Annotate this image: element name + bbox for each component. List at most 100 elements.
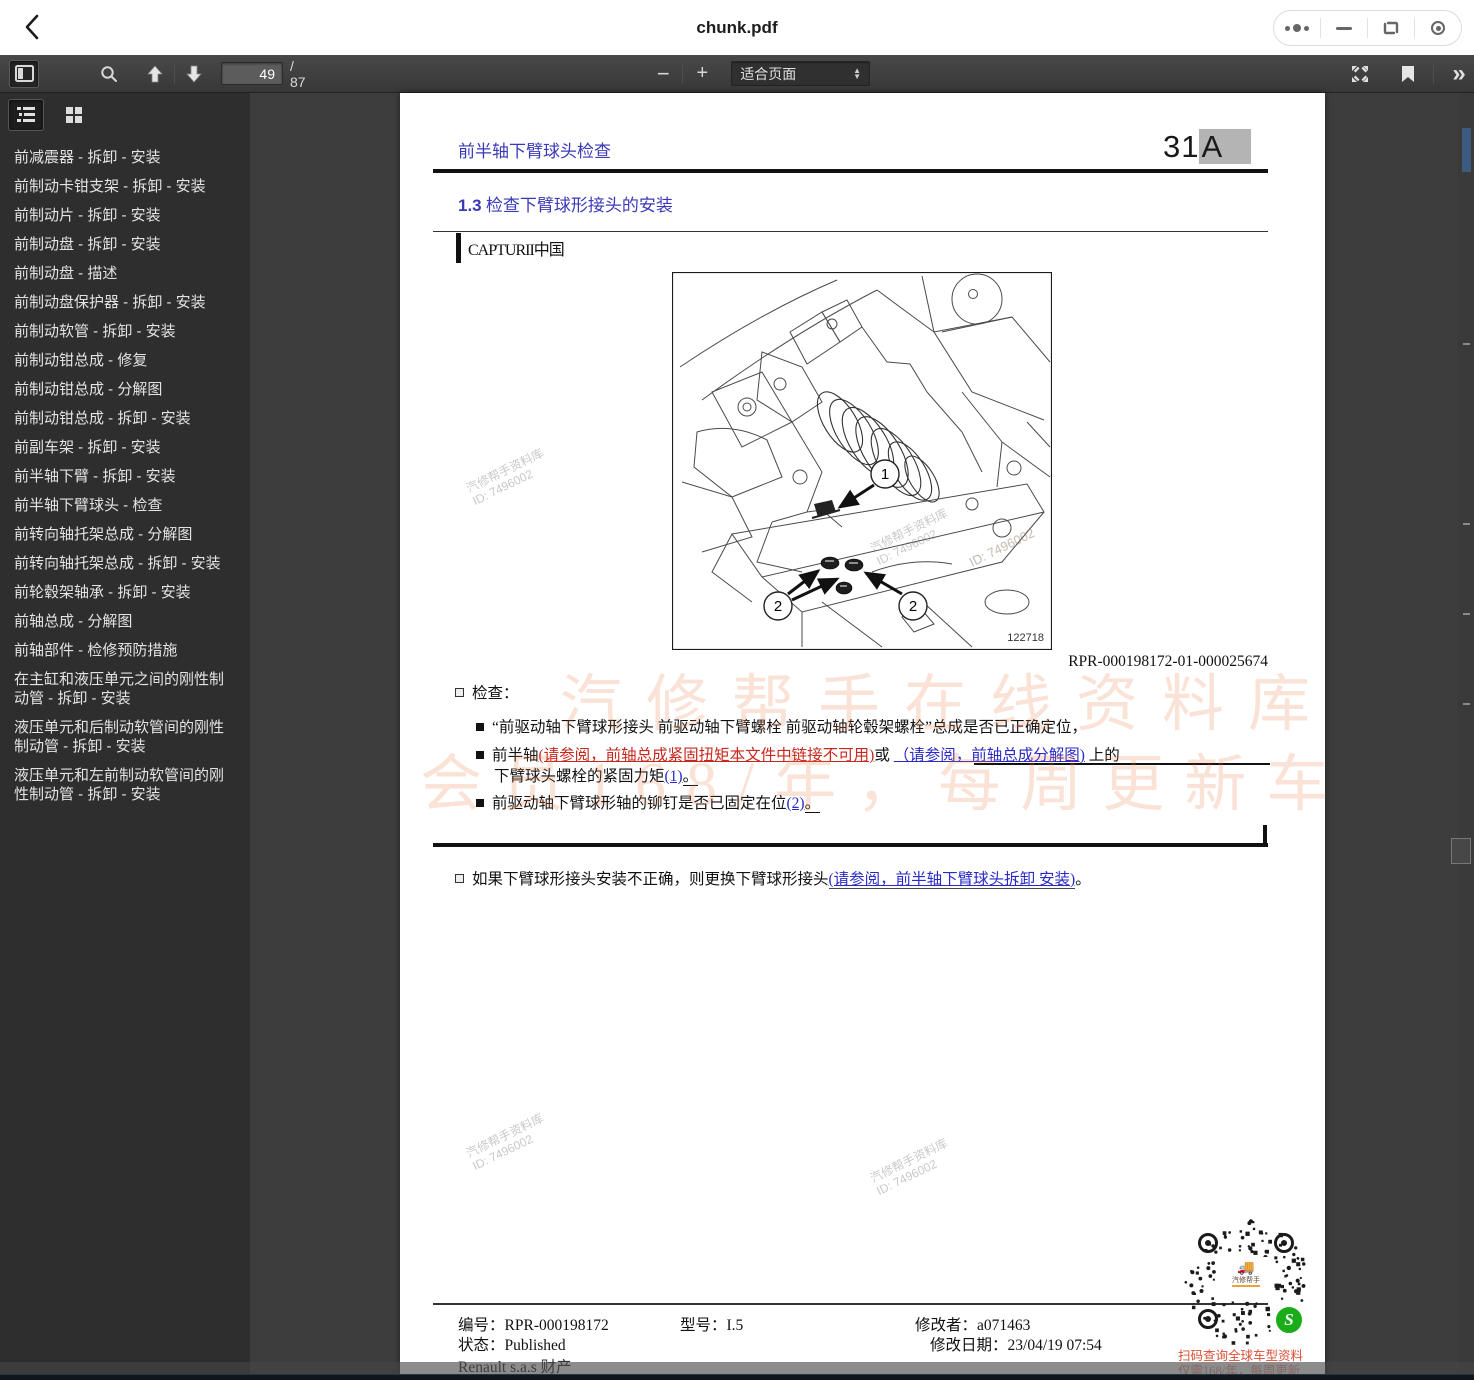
callout-1-link[interactable]: (1) (665, 768, 683, 785)
check-item-2: 前半轴(请参阅，前轴总成紧固扭矩本文件中链接不可用)或 （请参阅，前轴总成分解图… (476, 745, 1268, 787)
footer-date: 修改日期：23/04/19 07:54 (930, 1333, 1102, 1355)
toc-item[interactable]: 前制动软管 - 拆卸 - 安装 (0, 317, 250, 346)
page-sliver-mark (1462, 128, 1471, 172)
zoom-in-button[interactable]: + (687, 60, 717, 88)
toc-item[interactable]: 前转向轴托架总成 - 拆卸 - 安装 (0, 549, 250, 578)
toc-item[interactable]: 前制动片 - 拆卸 - 安装 (0, 201, 250, 230)
zoom-out-button[interactable]: − (648, 60, 678, 88)
scrollbar-thumb[interactable] (1451, 838, 1471, 864)
zoom-level-select[interactable]: 适合页面 ▲▼ (731, 61, 870, 86)
fullscreen-icon (1351, 65, 1369, 83)
figure-axle-diagram: 1 2 2 122718 ID: 7496002 (672, 272, 1052, 650)
thumbnails-grid-icon (65, 106, 83, 124)
toc-item[interactable]: 液压单元和左前制动软管间的刚性制动管 - 拆卸 - 安装 (0, 761, 250, 809)
toc-item[interactable]: 前制动钳总成 - 拆卸 - 安装 (0, 404, 250, 433)
close-circle-icon (1431, 21, 1445, 35)
outline-view-button[interactable] (8, 99, 44, 131)
model-box-bar (456, 233, 461, 263)
square-bullet-icon (455, 688, 464, 697)
footer-model: 型号：I.5 (680, 1313, 743, 1335)
arrow-down-icon (186, 65, 202, 83)
section-corner (1263, 825, 1267, 847)
thumbnails-view-button[interactable] (56, 99, 92, 131)
bottom-edge (0, 1374, 1474, 1380)
ball-joint-removal-link[interactable]: (请参阅，前半轴下臂球头拆卸 安装) (829, 871, 1076, 889)
wechat-icon: S (1274, 1305, 1304, 1335)
restore-icon (1382, 19, 1400, 37)
header-rule (433, 169, 1268, 173)
minimize-button[interactable] (1321, 10, 1367, 46)
app-window: chunk.pdf (0, 0, 1474, 1380)
more-options-button[interactable] (1274, 10, 1320, 46)
toc-item[interactable]: 前制动钳总成 - 分解图 (0, 375, 250, 404)
bookmark-button[interactable] (1393, 60, 1423, 88)
figure-callout-2b: 2 (909, 598, 917, 615)
outline-list-icon (16, 106, 36, 124)
figure-image-number: 122718 (1007, 632, 1044, 644)
toc-item[interactable]: 前转向轴托架总成 - 分解图 (0, 520, 250, 549)
window-title: chunk.pdf (0, 0, 1474, 55)
toc-item[interactable]: 前减震器 - 拆卸 - 安装 (0, 143, 250, 172)
bookmark-icon (1401, 65, 1415, 83)
axle-exploded-view-link[interactable]: （请参阅，前轴总成分解图) (894, 747, 1085, 764)
footer-status: 状态：Published (458, 1333, 566, 1355)
more-tools-button[interactable]: » (1444, 60, 1474, 88)
minimize-icon (1336, 27, 1352, 30)
toc-item[interactable]: 前轴总成 - 分解图 (0, 607, 250, 636)
figure-callout-2a: 2 (774, 598, 782, 615)
toc-item[interactable]: 在主缸和液压单元之间的刚性制动管 - 拆卸 - 安装 (0, 665, 250, 713)
toc-item[interactable]: 前副车架 - 拆卸 - 安装 (0, 433, 250, 462)
toc-item[interactable]: 前半轴下臂 - 拆卸 - 安装 (0, 462, 250, 491)
figure-reference: RPR-000198172-01-000025674 (844, 653, 1268, 671)
bottom-overlay-bar (0, 1362, 1474, 1374)
callout-2-link[interactable]: (2) (787, 795, 805, 812)
next-page-button[interactable] (179, 60, 209, 88)
diag-watermark: 汽修帮手资料库ID: 7496002 (464, 1111, 552, 1173)
zoom-level-value: 适合页面 (740, 64, 796, 84)
pdf-viewer[interactable]: 前半轴下臂球头检查 31A 1.3 检查下臂球形接头的安装 CAPTURII中国 (250, 93, 1474, 1380)
figure-callout-1: 1 (881, 466, 889, 483)
toc-item[interactable]: 前半轴下臂球头 - 检查 (0, 491, 250, 520)
page-number-input[interactable] (221, 62, 283, 85)
toc-item[interactable]: 前轮毂架轴承 - 拆卸 - 安装 (0, 578, 250, 607)
footer-doc-number: 编号：RPR-000198172 (458, 1313, 609, 1335)
doc-header-title: 前半轴下臂球头检查 (458, 137, 611, 162)
more-dots-icon (1285, 24, 1309, 32)
scrollbar-track[interactable] (1458, 93, 1474, 1380)
replace-note: 如果下臂球形接头安装不正确，则更换下臂球形接头(请参阅，前半轴下臂球头拆卸 安装… (455, 869, 1255, 890)
close-button[interactable] (1415, 10, 1461, 46)
toc-item[interactable]: 前制动盘 - 描述 (0, 259, 250, 288)
sidebar-toggle-button[interactable] (9, 60, 39, 88)
toc-item[interactable]: 前制动盘 - 拆卸 - 安装 (0, 230, 250, 259)
previous-page-button[interactable] (140, 60, 170, 88)
miniprogram-capsule (1273, 10, 1462, 46)
restore-button[interactable] (1368, 10, 1414, 46)
check-item-3: 前驱动轴下臂球形轴的铆钉是否已固定在位(2)。 (476, 793, 1266, 814)
search-icon (100, 65, 118, 83)
search-button[interactable] (94, 60, 124, 88)
toc-item[interactable]: 液压单元和后制动软管间的刚性制动管 - 拆卸 - 安装 (0, 713, 250, 761)
arrow-up-icon (147, 65, 163, 83)
section-heading: 1.3 检查下臂球形接头的安装 (458, 191, 673, 216)
check-heading: 检查： (455, 683, 519, 704)
sidebar-view-switcher (0, 93, 250, 137)
bullet-icon (476, 799, 484, 807)
footer-editor: 修改者：a071463 (915, 1313, 1030, 1335)
diag-watermark: 汽修帮手资料库ID: 7496002 (868, 1136, 956, 1198)
select-spinner-icon: ▲▼ (853, 68, 861, 80)
toc-item[interactable]: 前轴部件 - 检修预防措施 (0, 636, 250, 665)
toc-item[interactable]: 前制动钳总成 - 修复 (0, 346, 250, 375)
footer-rule (433, 1303, 1268, 1305)
model-box-topline (433, 231, 1268, 232)
pdf-toolbar: / 87 − + 适合页面 ▲▼ » (0, 55, 1474, 93)
truck-icon: 🚚 (1237, 1262, 1254, 1276)
app-header: chunk.pdf (0, 0, 1474, 55)
toc-item[interactable]: 前制动盘保护器 - 拆卸 - 安装 (0, 288, 250, 317)
page-code: 31A (1163, 129, 1251, 165)
qr-block: 🚚 汽修帮手 S 扫码查询全球车型资料 仅需168/年，每周更新 (1178, 1213, 1314, 1379)
torque-link-unavailable[interactable]: (请参阅，前轴总成紧固扭矩本文件中链接不可用) (539, 747, 875, 764)
qr-logo: 🚚 汽修帮手 (1222, 1257, 1270, 1291)
fullscreen-button[interactable] (1345, 60, 1375, 88)
toc-item[interactable]: 前制动卡钳支架 - 拆卸 - 安装 (0, 172, 250, 201)
model-label: CAPTURII中国 (468, 236, 564, 260)
